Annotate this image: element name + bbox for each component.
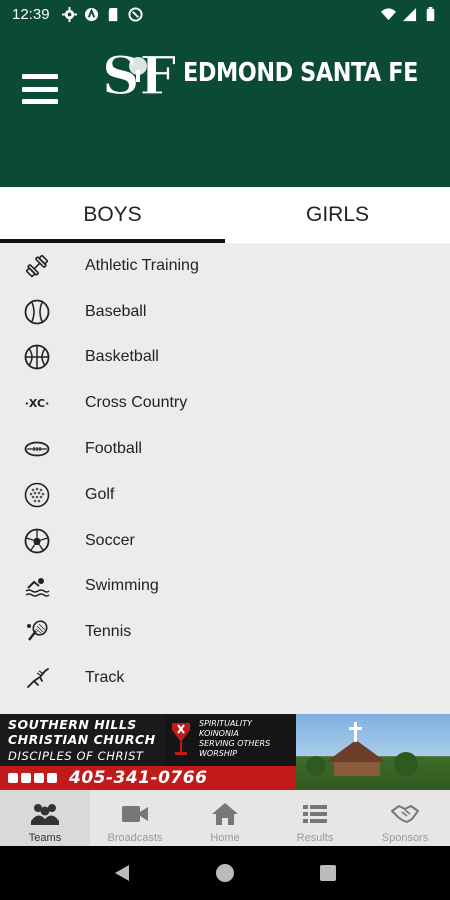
ad-value: WORSHIP: [199, 749, 238, 758]
app-title: EDMOND SANTA FE: [183, 58, 418, 88]
sport-label: Athletic Training: [85, 256, 199, 274]
list-icon: [303, 805, 327, 823]
ad-church-name-line1: SOUTHERN HILLS: [8, 717, 137, 732]
nav-broadcasts[interactable]: Broadcasts: [90, 790, 180, 846]
home-circle-icon[interactable]: [214, 862, 236, 884]
chalice-cross-icon: [172, 723, 190, 755]
battery-icon: [426, 6, 435, 21]
sport-label: Cross Country: [85, 394, 188, 412]
nav-label: Home: [210, 832, 240, 844]
teams-icon: [31, 804, 59, 825]
signal-icon: [402, 7, 417, 21]
soccer-ball-icon: [23, 527, 51, 555]
sport-item-basketball[interactable]: Basketball: [0, 335, 450, 381]
instagram-icon: [34, 773, 44, 783]
system-navigation-bar: [0, 846, 450, 900]
sport-item-baseball[interactable]: Baseball: [0, 289, 450, 335]
sport-label: Track: [85, 669, 125, 687]
sport-label: Soccer: [85, 531, 135, 549]
home-icon: [212, 803, 238, 825]
video-camera-icon: [122, 806, 148, 822]
sport-label: Baseball: [85, 302, 147, 320]
track-runner-icon: [23, 664, 51, 692]
nav-label: Teams: [28, 832, 62, 844]
basketball-icon: [23, 343, 51, 371]
sport-label: Swimming: [85, 577, 159, 595]
back-icon[interactable]: [111, 862, 133, 884]
nav-sponsors[interactable]: Sponsors: [360, 790, 450, 846]
ad-value: KOINONIA: [199, 729, 239, 738]
sport-item-track[interactable]: Track: [0, 655, 450, 701]
ad-phone-number: 405-341-0766: [69, 768, 208, 788]
school-logo: SF: [101, 46, 175, 102]
tennis-racket-icon: [23, 618, 51, 646]
sd-card-icon: [108, 7, 117, 21]
ad-church-photo: [296, 714, 450, 790]
football-icon: [23, 435, 51, 463]
sport-label: Basketball: [85, 348, 159, 366]
sport-label: Football: [85, 440, 142, 458]
sports-list: Athletic Training Baseball Basketball ·X…: [0, 243, 450, 713]
tab-girls[interactable]: GIRLS: [225, 187, 450, 243]
sponsor-banner-ad[interactable]: SOUTHERN HILLS CHRISTIAN CHURCH DISCIPLE…: [0, 714, 450, 790]
gender-tabs: BOYS GIRLS: [0, 187, 450, 243]
ad-values-list: SPIRITUALITY KOINONIA SERVING OTHERS WOR…: [199, 719, 270, 759]
do-not-disturb-icon: [128, 6, 143, 22]
sport-item-football[interactable]: Football: [0, 426, 450, 472]
ad-social-icons: [8, 773, 57, 783]
sport-item-soccer[interactable]: Soccer: [0, 518, 450, 564]
status-bar: 12:39: [0, 0, 450, 28]
settings-icon: [61, 6, 77, 22]
nav-label: Broadcasts: [107, 832, 163, 844]
sport-item-swimming[interactable]: Swimming: [0, 564, 450, 610]
nav-label: Results: [296, 832, 334, 844]
tab-boys[interactable]: BOYS: [0, 187, 225, 243]
handshake-icon: [391, 805, 419, 823]
bottom-navigation: Teams Broadcasts Home Results Sponsors: [0, 790, 450, 846]
twitter-icon: [21, 773, 31, 783]
wifi-icon: [381, 7, 396, 20]
app-notification-icon: [84, 7, 98, 21]
swimmer-icon: [23, 572, 51, 600]
sport-item-golf[interactable]: Golf: [0, 472, 450, 518]
sport-item-tennis[interactable]: Tennis: [0, 609, 450, 655]
menu-icon[interactable]: [22, 74, 58, 104]
ad-value: SERVING OTHERS: [199, 739, 271, 748]
baseball-icon: [23, 298, 51, 326]
sport-item-cross-country[interactable]: ·XC· Cross Country: [0, 380, 450, 426]
ad-church-name-line2: CHRISTIAN CHURCH: [8, 732, 156, 747]
recents-square-icon[interactable]: [317, 862, 339, 884]
ad-phone-bar: 405-341-0766: [0, 766, 296, 790]
status-time: 12:39: [12, 5, 50, 23]
svg-text:·XC·: ·XC·: [25, 397, 50, 410]
nav-label: Sponsors: [381, 832, 429, 844]
sport-label: Golf: [85, 485, 115, 503]
dumbbell-icon: [23, 252, 51, 280]
youtube-icon: [47, 773, 57, 783]
ad-value: SPIRITUALITY: [199, 719, 252, 728]
facebook-icon: [8, 773, 18, 783]
nav-teams[interactable]: Teams: [0, 790, 90, 846]
sport-item-athletic-training[interactable]: Athletic Training: [0, 243, 450, 289]
nav-results[interactable]: Results: [270, 790, 360, 846]
app-header: SF EDMOND SANTA FE: [0, 28, 450, 187]
golf-ball-icon: [23, 481, 51, 509]
nav-home[interactable]: Home: [180, 790, 270, 846]
ad-subtitle: DISCIPLES OF CHRIST: [8, 749, 144, 763]
sport-label: Tennis: [85, 623, 132, 641]
cross-country-icon: ·XC·: [23, 389, 51, 417]
